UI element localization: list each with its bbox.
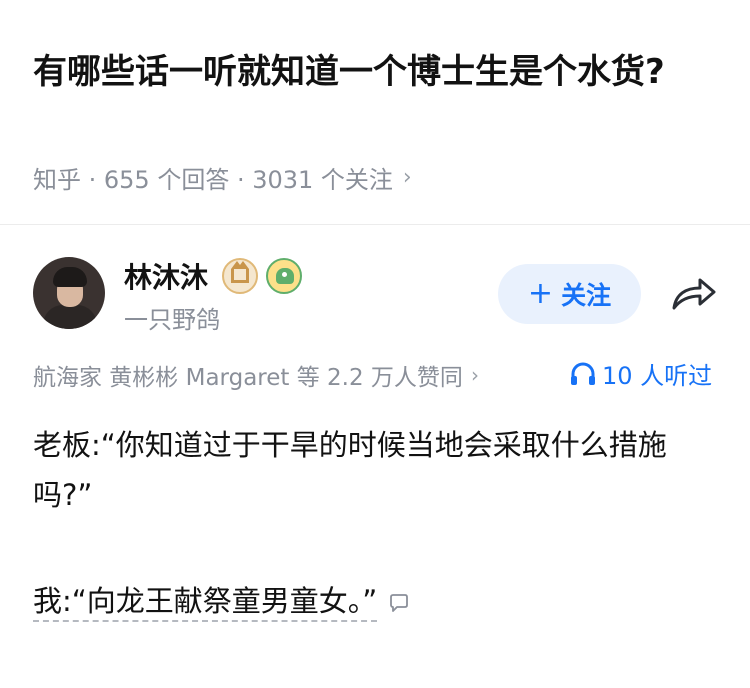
gold-badge-icon[interactable]: [222, 258, 258, 294]
chevron-right-icon: ›: [402, 165, 412, 190]
chevron-right-icon: ›: [470, 363, 479, 387]
plus-icon: +: [527, 276, 554, 311]
answer-paragraph: 我:“向龙王献祭童男童女。”: [33, 576, 409, 626]
question-meta-text: 知乎 · 655 个回答 · 3031 个关注: [33, 166, 393, 194]
author-name[interactable]: 林沐沐: [124, 256, 208, 296]
answer-quote[interactable]: 我:“向龙王献祭童男童女。”: [33, 584, 378, 622]
listened-text: 10 人听过: [602, 362, 713, 390]
question-title[interactable]: 有哪些话一听就知道一个博士生是个水货?: [33, 46, 713, 98]
headphone-icon: [571, 362, 595, 385]
avatar[interactable]: [33, 257, 105, 329]
share-icon[interactable]: [670, 274, 718, 314]
dino-badge-icon[interactable]: [266, 258, 302, 294]
vote-summary[interactable]: 航海家 黄彬彬 Margaret 等 2.2 万人赞同 ›: [33, 358, 479, 392]
vote-summary-text: 航海家 黄彬彬 Margaret 等 2.2 万人赞同: [33, 365, 463, 391]
question-meta[interactable]: 知乎 · 655 个回答 · 3031 个关注 ›: [33, 160, 412, 195]
comment-icon[interactable]: [389, 594, 409, 612]
section-divider: [0, 224, 750, 225]
follow-label: 关注: [561, 281, 612, 310]
follow-button[interactable]: + 关注: [498, 264, 641, 324]
author-bio: 一只野鸽: [124, 306, 220, 334]
answer-paragraph: 老板:“你知道过于干旱的时候当地会采取什么措施吗?”: [33, 428, 667, 512]
listened-count[interactable]: 10 人听过: [570, 356, 712, 391]
